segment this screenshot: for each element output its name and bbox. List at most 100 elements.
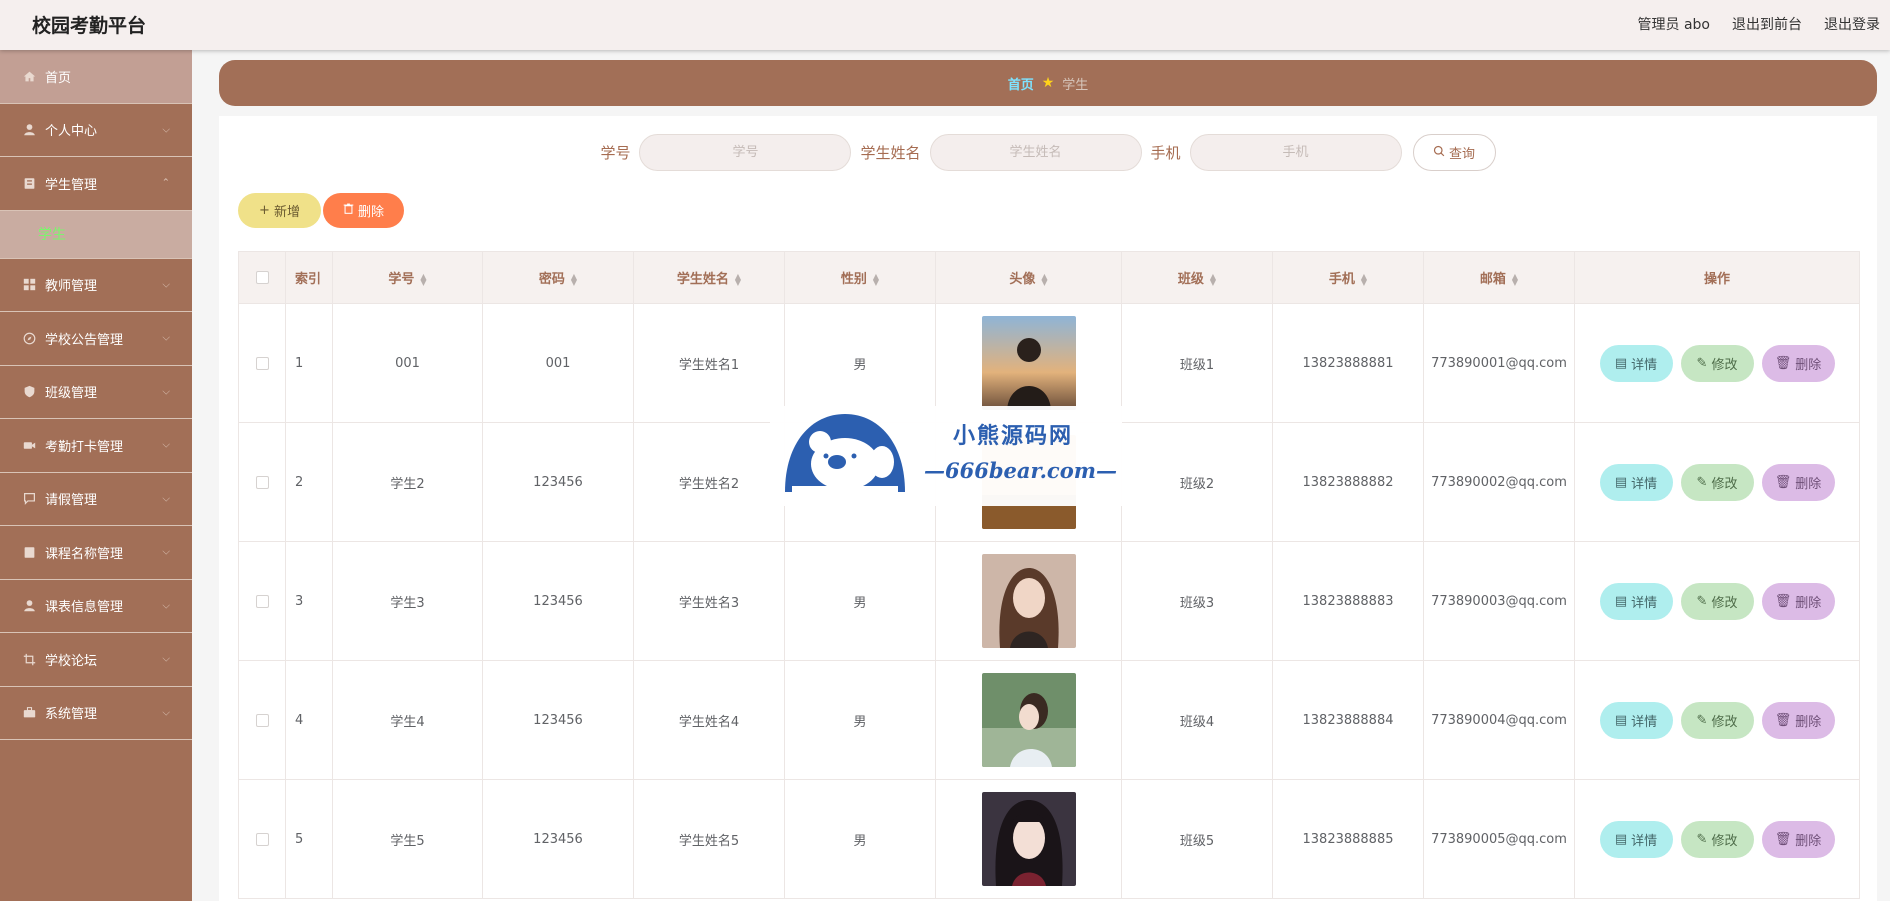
shield-icon <box>22 385 36 399</box>
column-header-email[interactable]: 邮箱 ▲ ▼ <box>1423 251 1575 304</box>
sort-icon[interactable]: ▲ ▼ <box>1210 272 1216 286</box>
phone-cell: 13823888882 <box>1272 422 1424 542</box>
top-header: 校园考勤平台 管理员 abo 退出到前台 退出登录 <box>0 0 1890 50</box>
sidebar-item-course-name-management[interactable]: 课程名称管理 ⌵ <box>0 526 192 580</box>
edit-button[interactable]: ✎ 修改 <box>1680 701 1754 739</box>
delete-button[interactable]: 🗑︎ 删除 <box>1761 463 1835 501</box>
back-to-front-link[interactable]: 退出到前台 <box>1732 14 1802 34</box>
phone-cell: 13823888883 <box>1272 541 1424 661</box>
detail-button[interactable]: ▤ 详情 <box>1599 463 1673 501</box>
sidebar-item-class-management[interactable]: 班级管理 ⌵ <box>0 366 192 419</box>
breadcrumb-home[interactable]: 首页 <box>1008 74 1034 93</box>
trash-icon: 🗑︎ <box>1774 593 1792 609</box>
student-name-input[interactable] <box>929 134 1142 171</box>
avatar <box>981 792 1076 886</box>
sort-icon[interactable]: ▲ ▼ <box>1361 272 1367 286</box>
class-cell: 班级3 <box>1121 541 1273 661</box>
row-select-cell <box>238 779 286 899</box>
table-row: 4 学生4 123456 学生姓名4 男 班级4 13823888884 773… <box>238 660 1860 780</box>
row-checkbox[interactable] <box>255 356 269 370</box>
index-cell: 2 <box>285 422 333 542</box>
avatar <box>981 673 1076 767</box>
student-no-input[interactable] <box>639 134 852 171</box>
user-icon <box>22 123 36 137</box>
row-checkbox[interactable] <box>255 594 269 608</box>
batch-delete-button[interactable]: 删除 <box>323 193 404 228</box>
table-row: 5 学生5 123456 学生姓名5 男 班级5 13823888885 773… <box>238 779 1860 899</box>
row-select-cell <box>238 422 286 542</box>
edit-button[interactable]: ✎ 修改 <box>1680 344 1754 382</box>
sidebar-item-schedule-management[interactable]: 课表信息管理 ⌵ <box>0 580 192 633</box>
detail-button[interactable]: ▤ 详情 <box>1599 701 1673 739</box>
sort-icon[interactable]: ▲ ▼ <box>735 272 741 286</box>
detail-button[interactable]: ▤ 详情 <box>1599 582 1673 620</box>
crop-icon <box>22 652 36 666</box>
sidebar-item-label: 考勤打卡管理 <box>45 439 124 455</box>
index-cell: 3 <box>285 541 333 661</box>
sort-icon[interactable]: ▲ ▼ <box>571 272 577 286</box>
sidebar-item-student-management[interactable]: 学生管理 ⌃ <box>0 157 192 211</box>
sidebar-item-leave-management[interactable]: 请假管理 ⌵ <box>0 473 192 526</box>
student-table: 索引 学号 ▲ ▼ 密码 ▲ ▼ 学生姓名 ▲ ▼ 性别 ▲ ▼ 头像 ▲ ▼ 班级 ▲ ▼ 手机 ▲ ▼ … <box>238 251 1860 899</box>
sidebar-item-label: 课表信息管理 <box>45 600 124 616</box>
sort-icon[interactable]: ▲ ▼ <box>1512 272 1518 286</box>
column-header-gender[interactable]: 性别 ▲ ▼ <box>784 251 936 304</box>
row-checkbox[interactable] <box>255 832 269 846</box>
sidebar-item-label: 课程名称管理 <box>45 546 124 562</box>
sidebar-item-attendance-management[interactable]: 考勤打卡管理 ⌵ <box>0 419 192 473</box>
actions-cell: ▤ 详情 ✎ 修改 🗑︎ 删除 <box>1574 779 1860 899</box>
sidebar-item-system-management[interactable]: 系统管理 ⌵ <box>0 687 192 740</box>
column-header-avatar[interactable]: 头像 ▲ ▼ <box>935 251 1122 304</box>
actions-cell: ▤ 详情 ✎ 修改 🗑︎ 删除 <box>1574 541 1860 661</box>
actions-cell: ▤ 详情 ✎ 修改 🗑︎ 删除 <box>1574 422 1860 542</box>
detail-button[interactable]: ▤ 详情 <box>1599 344 1673 382</box>
row-checkbox[interactable] <box>255 475 269 489</box>
toolbox-icon <box>22 706 36 720</box>
delete-button[interactable]: 🗑︎ 删除 <box>1761 582 1835 620</box>
logout-link[interactable]: 退出登录 <box>1824 14 1880 34</box>
sort-icon[interactable]: ▲ ▼ <box>420 272 426 286</box>
edit-button[interactable]: ✎ 修改 <box>1680 463 1754 501</box>
row-checkbox[interactable] <box>255 713 269 727</box>
add-button[interactable]: + 新增 <box>238 193 321 228</box>
pencil-icon: ✎ <box>1696 355 1708 371</box>
avatar-cell <box>935 779 1122 899</box>
email-cell: 773890004@qq.com <box>1423 660 1575 780</box>
column-header-phone[interactable]: 手机 ▲ ▼ <box>1272 251 1424 304</box>
student-no-cell: 学生2 <box>332 422 483 542</box>
phone-input[interactable] <box>1189 134 1402 171</box>
sidebar-item-teacher-management[interactable]: 教师管理 ⌵ <box>0 259 192 312</box>
sort-icon[interactable]: ▲ ▼ <box>873 272 879 286</box>
query-button[interactable]: 查询 <box>1412 134 1496 171</box>
star-icon: ★ <box>1041 75 1055 91</box>
detail-button[interactable]: ▤ 详情 <box>1599 820 1673 858</box>
watermark-title: 小熊源码网 <box>953 423 1074 449</box>
delete-button[interactable]: 🗑︎ 删除 <box>1761 701 1835 739</box>
sidebar: 首页 个人中心 ⌵ 学生管理 ⌃ 学生 教师管理 ⌵ 学校公告管理 ⌵ 班级管理… <box>0 50 192 901</box>
chevron-down-icon: ⌵ <box>162 386 170 398</box>
edit-button[interactable]: ✎ 修改 <box>1680 820 1754 858</box>
delete-button[interactable]: 🗑︎ 删除 <box>1761 344 1835 382</box>
sidebar-item-label: 个人中心 <box>45 124 98 140</box>
column-header-class[interactable]: 班级 ▲ ▼ <box>1121 251 1273 304</box>
chevron-down-icon: ⌵ <box>162 546 170 558</box>
pencil-icon: ✎ <box>1696 712 1708 728</box>
gender-cell: 男 <box>784 779 936 899</box>
watermark: 小熊源码网 —666bear.com— <box>770 406 1122 506</box>
name-cell: 学生姓名3 <box>633 541 785 661</box>
column-header-student-no[interactable]: 学号 ▲ ▼ <box>332 251 483 304</box>
edit-button[interactable]: ✎ 修改 <box>1680 582 1754 620</box>
column-header-name[interactable]: 学生姓名 ▲ ▼ <box>633 251 785 304</box>
sidebar-item-announcement-management[interactable]: 学校公告管理 ⌵ <box>0 312 192 366</box>
column-header-password[interactable]: 密码 ▲ ▼ <box>482 251 634 304</box>
sidebar-item-forum[interactable]: 学校论坛 ⌵ <box>0 633 192 687</box>
student-no-cell: 学生5 <box>332 779 483 899</box>
action-toolbar: + 新增 删除 <box>238 193 404 228</box>
main-panel: 学号 学生姓名 手机 查询 + 新增 删除 <box>219 116 1877 901</box>
sidebar-item-profile[interactable]: 个人中心 ⌵ <box>0 104 192 157</box>
sort-icon[interactable]: ▲ ▼ <box>1041 272 1047 286</box>
sidebar-item-home[interactable]: 首页 <box>0 50 192 104</box>
sidebar-subitem-student[interactable]: 学生 <box>0 210 192 259</box>
delete-button[interactable]: 🗑︎ 删除 <box>1761 820 1835 858</box>
select-all-checkbox[interactable] <box>255 271 269 284</box>
